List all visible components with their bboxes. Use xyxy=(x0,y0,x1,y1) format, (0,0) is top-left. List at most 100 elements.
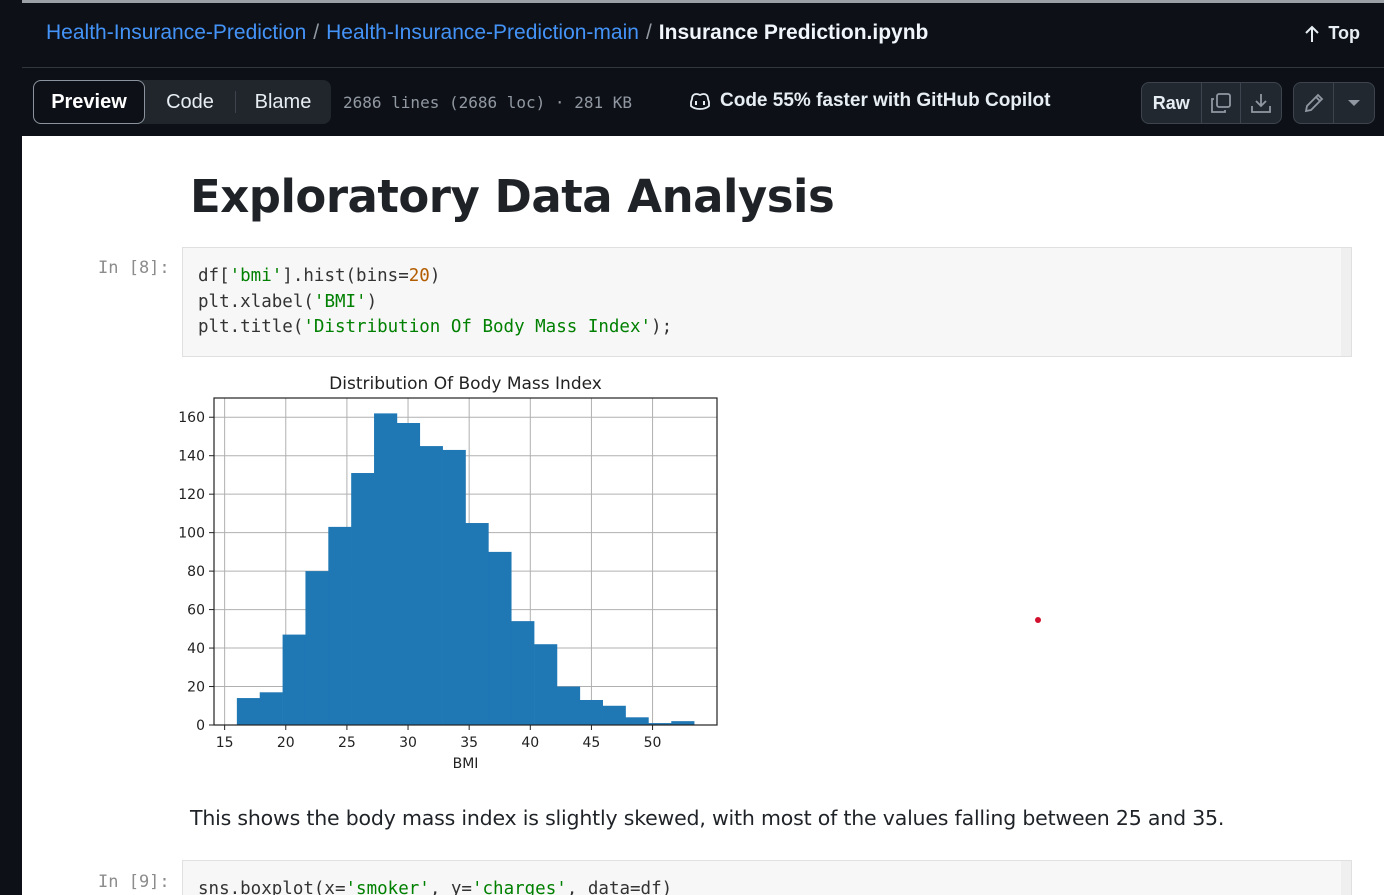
code-token: ) xyxy=(366,291,378,312)
code-token: df[ xyxy=(198,266,230,286)
breadcrumb: Health-Insurance-Prediction / Health-Insur… xyxy=(46,21,928,45)
copilot-icon xyxy=(690,93,710,110)
histogram-bar xyxy=(556,686,581,725)
breadcrumb-separator: / xyxy=(645,21,652,44)
histogram-bar xyxy=(374,413,398,725)
y-tick-label: 60 xyxy=(187,603,205,619)
histogram-bar xyxy=(236,698,261,725)
x-tick-label: 15 xyxy=(216,735,234,751)
section-heading: Exploratory Data Analysis xyxy=(190,170,835,223)
arrow-up-icon xyxy=(1305,25,1320,42)
code-input: df['bmi'].hist(bins=20) plt.xlabel('BMI')… xyxy=(198,264,1351,341)
histogram-bar xyxy=(282,634,306,725)
y-tick-label: 80 xyxy=(187,564,205,580)
cursor-pointer xyxy=(1035,617,1041,623)
tab-blame[interactable]: Blame xyxy=(235,91,330,113)
histogram-bar xyxy=(396,423,421,725)
x-tick-label: 30 xyxy=(399,735,417,751)
cell-scroll-rail xyxy=(1341,248,1351,356)
copilot-promo-link[interactable]: Code 55% faster with GitHub Copilot xyxy=(688,90,1050,112)
code-token: ].hist(bins= xyxy=(282,266,409,286)
code-input: sns.boxplot(x='smoker', y='charges', dat… xyxy=(198,877,1351,895)
file-header: Health-Insurance-Prediction / Health-Insur… xyxy=(22,3,1384,68)
code-line: plt.title('Distribution Of Body Mass Ind… xyxy=(198,315,1351,341)
y-tick-label: 120 xyxy=(178,487,205,503)
histogram-bar xyxy=(351,473,375,725)
code-token: plt.xlabel( xyxy=(198,291,314,312)
x-tick-label: 50 xyxy=(644,735,662,751)
y-tick-label: 140 xyxy=(178,449,205,465)
copy-icon xyxy=(1211,93,1231,113)
x-tick-label: 40 xyxy=(521,735,539,751)
code-token: 'charges' xyxy=(471,879,567,895)
cell-prompt: In [8]: xyxy=(98,258,170,278)
code-line: sns.boxplot(x='smoker', y='charges', dat… xyxy=(198,877,1351,895)
triangle-down-icon xyxy=(1348,100,1360,106)
breadcrumb-separator: / xyxy=(313,21,320,44)
code-token: , data=df) xyxy=(566,879,673,895)
histogram-bar xyxy=(534,644,558,725)
histogram-bar xyxy=(419,446,443,725)
copilot-promo-text: Code 55% faster with GitHub Copilot xyxy=(720,90,1051,111)
code-line: df['bmi'].hist(bins=20) xyxy=(198,264,1351,290)
code-token: ) xyxy=(429,266,441,286)
y-tick-label: 0 xyxy=(196,718,205,734)
edit-file-button[interactable] xyxy=(1294,83,1335,123)
bmi-histogram: 15 20 25 30 35 40 45 50 0 20 40 60 80 100 120 140 160 Dis… xyxy=(178,374,718,772)
code-token: 'Distribution Of Body Mass Index' xyxy=(303,317,652,337)
histogram-bar xyxy=(625,717,649,725)
histogram-bar xyxy=(511,621,535,725)
code-token: 20 xyxy=(408,266,430,286)
breadcrumb-folder-link[interactable]: Health-Insurance-Prediction-main xyxy=(326,21,639,44)
notebook-preview: Exploratory Data Analysis In [8]: df['bm… xyxy=(22,136,1384,895)
left-gutter xyxy=(0,0,22,895)
code-token: sns.boxplot(x= xyxy=(198,879,346,895)
code-token: ); xyxy=(651,317,673,337)
histogram-bar xyxy=(328,526,352,725)
tab-preview[interactable]: Preview xyxy=(33,80,145,124)
file-toolbar: Preview Code Blame 2686 lines (2686 loc)… xyxy=(22,69,1384,136)
view-mode-switcher: Preview Code Blame xyxy=(33,80,331,124)
cell-scroll-rail xyxy=(1341,861,1351,895)
code-token: plt.title( xyxy=(198,317,304,337)
code-cell: df['bmi'].hist(bins=20) plt.xlabel('BMI')… xyxy=(182,247,1352,357)
code-line: plt.xlabel('BMI') xyxy=(198,290,1351,316)
code-cell: sns.boxplot(x='smoker', y='charges', dat… xyxy=(182,860,1352,895)
code-token: 'smoker' xyxy=(345,879,430,895)
histogram-bar xyxy=(488,551,512,725)
back-to-top-label: Top xyxy=(1328,23,1360,43)
histogram-bar xyxy=(305,571,329,725)
x-axis-label: BMI xyxy=(453,756,479,772)
tab-code[interactable]: Code xyxy=(145,80,235,124)
markdown-text: This shows the body mass index is slight… xyxy=(190,806,1225,830)
raw-button[interactable]: Raw xyxy=(1142,83,1202,123)
x-tick-label: 20 xyxy=(277,735,295,751)
more-edit-options-button[interactable] xyxy=(1334,83,1374,123)
code-token: 'bmi' xyxy=(229,266,283,286)
raw-actions-group: Raw xyxy=(1141,82,1282,124)
histogram-bar xyxy=(579,699,603,725)
copy-raw-button[interactable] xyxy=(1202,83,1242,123)
back-to-top-link[interactable]: Top xyxy=(1304,23,1360,44)
edit-actions-group xyxy=(1293,82,1375,124)
breadcrumb-file-name: Insurance Prediction.ipynb xyxy=(658,21,929,44)
download-raw-button[interactable] xyxy=(1241,83,1281,123)
chart-title: Distribution Of Body Mass Index xyxy=(329,374,602,394)
x-tick-label: 45 xyxy=(583,735,601,751)
x-tick-label: 35 xyxy=(460,735,478,751)
histogram-bar xyxy=(602,705,626,725)
file-info: 2686 lines (2686 loc) · 281 KB xyxy=(343,93,632,112)
code-token: , y= xyxy=(429,879,472,895)
x-tick-label: 25 xyxy=(338,735,356,751)
histogram-bar xyxy=(442,449,466,725)
cell-prompt: In [9]: xyxy=(98,872,170,892)
download-icon xyxy=(1251,94,1272,113)
code-token: 'BMI' xyxy=(313,291,367,312)
histogram-bar xyxy=(259,692,283,725)
y-tick-label: 100 xyxy=(178,526,205,542)
y-tick-label: 160 xyxy=(178,410,205,426)
histogram-bar xyxy=(465,523,489,725)
y-tick-label: 20 xyxy=(187,680,205,696)
y-tick-label: 40 xyxy=(187,641,205,657)
breadcrumb-repo-link[interactable]: Health-Insurance-Prediction xyxy=(46,21,306,44)
